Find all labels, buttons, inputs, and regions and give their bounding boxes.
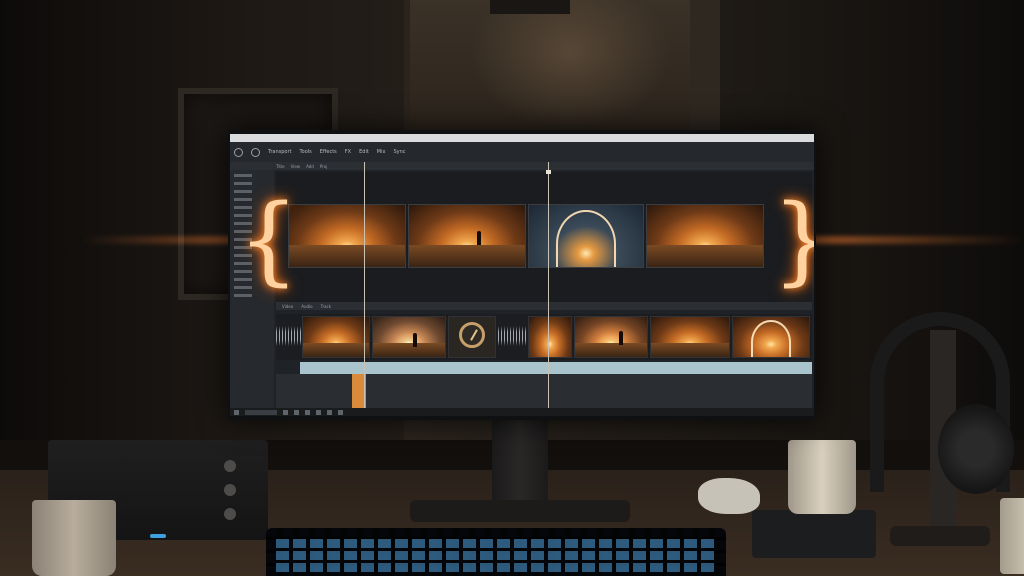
subbar-item[interactable]: View — [291, 164, 301, 169]
door-light — [470, 0, 670, 130]
editor-subbar: Title View Add Proj — [230, 162, 814, 170]
toolbar-item[interactable]: Effects — [320, 149, 337, 155]
light-arch — [556, 209, 616, 267]
video-track — [276, 314, 812, 360]
toolbar-item[interactable]: Mix — [377, 149, 386, 155]
keyboard-backlight — [276, 536, 716, 572]
monitor-stand-base — [410, 500, 630, 522]
in-point-line[interactable] — [364, 162, 365, 416]
paper-cup-right — [788, 440, 856, 514]
toolbar-item[interactable]: Tools — [299, 149, 311, 155]
toolbar-item[interactable]: Transport — [268, 149, 291, 155]
amp-knob — [224, 460, 236, 472]
photo-scene: Transport Tools Effects FX Edit Mix Sync… — [0, 0, 1024, 576]
track-clip[interactable] — [302, 316, 370, 358]
crumpled-paper — [698, 478, 760, 514]
waveform-icon — [276, 326, 302, 346]
light-arch — [751, 320, 791, 357]
desert-horizon — [409, 244, 525, 267]
paper-cup-far-right — [1000, 498, 1024, 574]
clip-preview-panel — [276, 172, 812, 302]
desert-horizon — [575, 342, 647, 357]
subbar-item[interactable]: Add — [306, 164, 314, 169]
silhouette-figure — [477, 231, 481, 245]
toolbar-item[interactable]: Sync — [393, 149, 405, 155]
amp-knob — [224, 484, 236, 496]
light-streak-right — [800, 236, 1024, 244]
toolbar-item[interactable]: Edit — [359, 149, 369, 155]
playhead[interactable] — [548, 162, 549, 416]
window-titlebar — [230, 134, 814, 142]
desert-horizon — [289, 244, 405, 267]
preview-clip-arch[interactable] — [528, 204, 644, 268]
paper-cup-left — [32, 500, 116, 576]
right-brace-glow: } — [772, 192, 814, 288]
desert-horizon — [303, 342, 369, 357]
sidebar-item[interactable] — [234, 174, 252, 177]
subbar-item[interactable]: Title — [276, 164, 285, 169]
track-clip[interactable] — [650, 316, 730, 358]
track-clip[interactable] — [732, 316, 810, 358]
compass-icon — [459, 322, 485, 348]
timeline-tab[interactable]: Track — [321, 304, 331, 309]
play-icon[interactable] — [234, 147, 243, 157]
app-icon[interactable] — [338, 409, 343, 415]
app-icon[interactable] — [327, 409, 332, 415]
timeline-tab[interactable]: Video — [282, 304, 293, 309]
os-taskbar — [230, 408, 814, 416]
toolbar-item[interactable]: FX — [345, 149, 351, 155]
silhouette-figure — [619, 331, 623, 345]
taskbar-search[interactable] — [245, 409, 277, 415]
subbar-item[interactable]: Proj — [320, 164, 327, 169]
amp-knob — [224, 508, 236, 520]
app-icon[interactable] — [316, 409, 321, 415]
compass-needle — [470, 329, 478, 341]
start-icon[interactable] — [234, 409, 239, 415]
sunset-scene — [529, 317, 571, 357]
small-frame — [490, 0, 570, 14]
preview-clip-sunset[interactable] — [288, 204, 406, 268]
silhouette-figure — [413, 333, 417, 347]
desert-horizon — [651, 342, 729, 357]
app-icon[interactable] — [294, 409, 299, 415]
track-clip[interactable] — [574, 316, 648, 358]
editor-toolbar: Transport Tools Effects FX Edit Mix Sync — [230, 142, 814, 162]
track-clip[interactable] — [372, 316, 446, 358]
video-editor-screen: Transport Tools Effects FX Edit Mix Sync… — [230, 134, 814, 416]
waveform-icon — [498, 326, 528, 346]
headphones-earcup — [938, 404, 1014, 494]
playhead-handle[interactable] — [546, 170, 551, 174]
app-icon[interactable] — [283, 409, 288, 415]
desert-horizon — [373, 342, 445, 357]
track-clip[interactable] — [528, 316, 572, 358]
preview-clip-figure[interactable] — [408, 204, 526, 268]
audio-track-bar[interactable] — [300, 362, 812, 374]
timeline-tab[interactable]: Audio — [301, 304, 312, 309]
scissors-icon[interactable] — [251, 147, 260, 157]
headphone-stand-base — [890, 526, 990, 546]
left-brace-glow: { — [238, 192, 299, 288]
preview-clip-sunset-2[interactable] — [646, 204, 764, 268]
wall-shelf — [690, 0, 720, 130]
amp-led — [150, 534, 166, 538]
track-clip-compass[interactable] — [448, 316, 496, 358]
desert-horizon — [647, 244, 763, 267]
timeline-header: Video Audio Track — [276, 302, 812, 310]
app-icon[interactable] — [305, 409, 310, 415]
monitor-stand — [492, 418, 548, 508]
desk-device — [752, 510, 876, 558]
